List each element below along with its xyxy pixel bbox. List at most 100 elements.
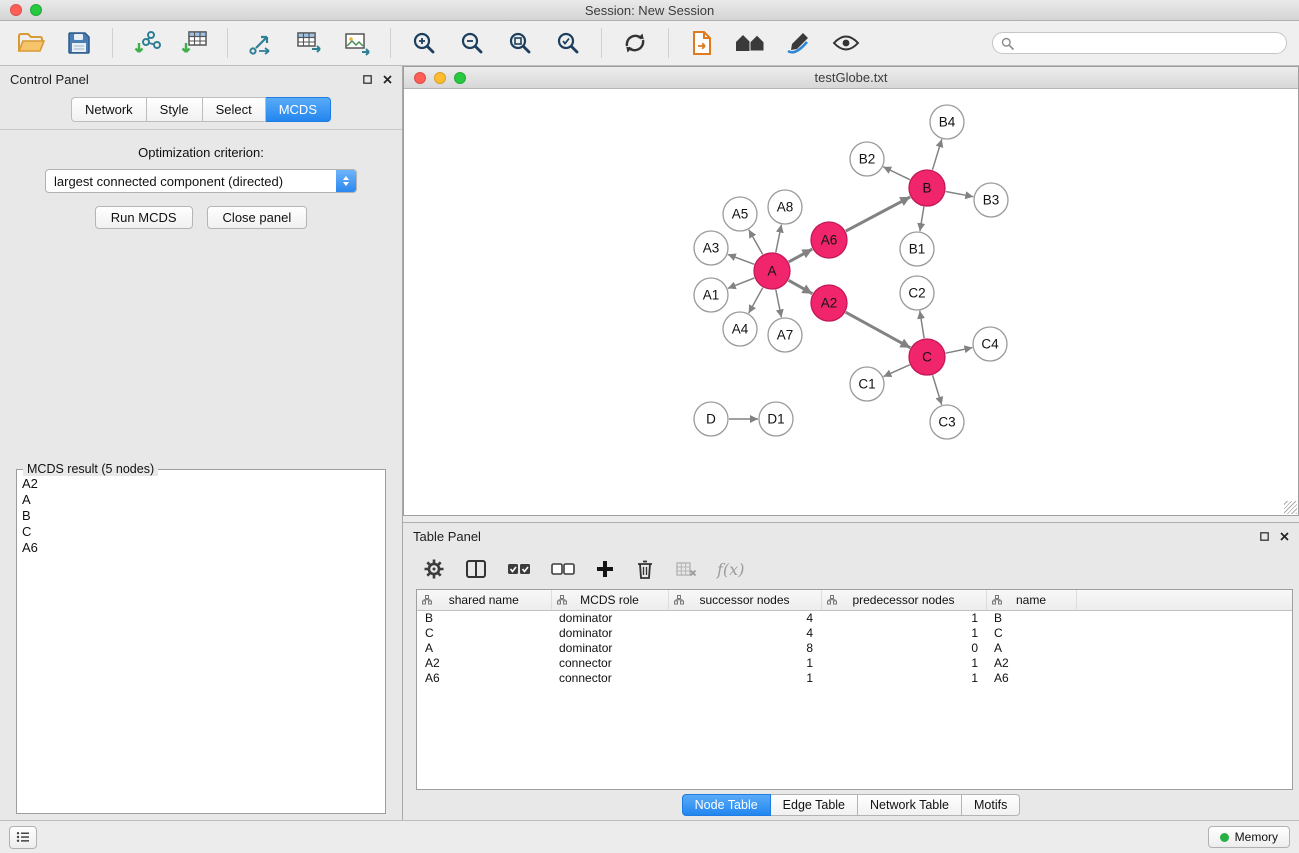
graph-edge-C-C3[interactable] <box>933 375 942 405</box>
graph-edge-A2-C[interactable] <box>846 312 911 348</box>
criterion-select[interactable]: largest connected component (directed) <box>45 169 357 193</box>
tab-motifs[interactable]: Motifs <box>962 794 1020 816</box>
graph-edge-B-B2[interactable] <box>883 167 910 180</box>
table-cell[interactable]: connector <box>551 656 668 671</box>
table-cell[interactable]: 8 <box>668 641 821 656</box>
tab-node-table[interactable]: Node Table <box>682 794 771 816</box>
mcds-result-item[interactable]: B <box>22 508 380 524</box>
close-window-button[interactable] <box>10 4 22 16</box>
zoom-fit-button[interactable] <box>501 24 539 62</box>
resize-grip[interactable] <box>1284 501 1297 514</box>
new-network-button[interactable] <box>242 24 280 62</box>
run-mcds-button[interactable]: Run MCDS <box>95 206 193 229</box>
mcds-result-item[interactable]: A <box>22 492 380 508</box>
float-table-panel-button[interactable] <box>1260 532 1269 541</box>
tab-network[interactable]: Network <box>71 97 147 122</box>
column-header-name[interactable]: name <box>986 590 1076 610</box>
zoom-in-button[interactable] <box>405 24 443 62</box>
graph-edge-B-B3[interactable] <box>946 192 974 197</box>
zoom-out-button[interactable] <box>453 24 491 62</box>
search-box[interactable] <box>992 32 1287 54</box>
table-cell[interactable]: connector <box>551 671 668 686</box>
close-panel-action-button[interactable]: Close panel <box>207 206 308 229</box>
table-cell[interactable]: A2 <box>986 656 1076 671</box>
close-table-panel-button[interactable] <box>1280 532 1289 541</box>
table-cell[interactable]: A <box>417 641 551 656</box>
graph-edge-A6-B[interactable] <box>846 197 910 231</box>
tab-style[interactable]: Style <box>147 97 203 122</box>
table-row[interactable]: Adominator80A <box>417 641 1292 656</box>
column-header-shared-name[interactable]: shared name <box>417 590 551 610</box>
table-cell[interactable]: 1 <box>668 671 821 686</box>
graph-edge-B-B1[interactable] <box>920 207 924 232</box>
network-minimize-button[interactable] <box>434 72 446 84</box>
tab-network-table[interactable]: Network Table <box>858 794 962 816</box>
graph-edge-A-A8[interactable] <box>776 225 782 253</box>
column-header-mcds-role[interactable]: MCDS role <box>551 590 668 610</box>
save-session-button[interactable] <box>60 24 98 62</box>
network-close-button[interactable] <box>414 72 426 84</box>
table-row[interactable]: A2connector11A2 <box>417 656 1292 671</box>
home-views-button[interactable] <box>731 24 769 62</box>
table-cell[interactable]: dominator <box>551 641 668 656</box>
open-session-button[interactable] <box>12 24 50 62</box>
graph-edge-A-A3[interactable] <box>728 254 754 264</box>
deselect-all-button[interactable] <box>551 560 575 578</box>
table-cell[interactable]: 4 <box>668 610 821 626</box>
delete-column-button[interactable] <box>635 558 655 580</box>
import-table-button[interactable] <box>175 24 213 62</box>
function-builder-button[interactable]: f(x) <box>717 560 744 579</box>
graph-edge-A-A4[interactable] <box>749 288 763 314</box>
column-header-predecessor-nodes[interactable]: predecessor nodes <box>821 590 986 610</box>
table-cell[interactable]: B <box>986 610 1076 626</box>
graph-edge-A-A7[interactable] <box>776 290 782 318</box>
select-all-button[interactable] <box>507 560 531 578</box>
add-column-button[interactable] <box>595 559 615 579</box>
float-panel-button[interactable] <box>363 75 372 84</box>
delete-table-button[interactable] <box>675 560 697 578</box>
table-cell[interactable]: 1 <box>821 671 986 686</box>
memory-button[interactable]: Memory <box>1208 826 1290 848</box>
graph-edge-A-A5[interactable] <box>749 230 763 255</box>
mcds-result-item[interactable]: C <box>22 524 380 540</box>
table-cell[interactable]: A6 <box>986 671 1076 686</box>
show-hide-button[interactable] <box>827 24 865 62</box>
task-history-button[interactable] <box>9 826 37 849</box>
tab-select[interactable]: Select <box>203 97 266 122</box>
refresh-layout-button[interactable] <box>616 24 654 62</box>
table-cell[interactable]: 4 <box>668 626 821 641</box>
graph-edge-C-C4[interactable] <box>946 348 973 354</box>
graph-edge-C-C1[interactable] <box>883 365 909 377</box>
network-canvas[interactable]: B4B2BB3A5A8A6B1A3AC2A1A2A4A7C4CC1C3DD1 <box>404 89 1298 515</box>
zoom-selected-button[interactable] <box>549 24 587 62</box>
mcds-result-item[interactable]: A2 <box>22 476 380 492</box>
mcds-result-list[interactable]: A2ABCA6 <box>17 470 385 813</box>
search-input[interactable] <box>1019 35 1278 51</box>
table-row[interactable]: Cdominator41C <box>417 626 1292 641</box>
import-network-button[interactable] <box>127 24 165 62</box>
graph-edge-A-A6[interactable] <box>789 249 813 262</box>
table-cell[interactable]: 1 <box>821 610 986 626</box>
tab-edge-table[interactable]: Edge Table <box>771 794 858 816</box>
table-cell[interactable]: 1 <box>821 656 986 671</box>
table-cell[interactable]: dominator <box>551 610 668 626</box>
graph-edge-C-C2[interactable] <box>920 311 924 338</box>
table-cell[interactable]: 0 <box>821 641 986 656</box>
zoom-window-button[interactable] <box>30 4 42 16</box>
table-cell[interactable]: 1 <box>821 626 986 641</box>
table-cell[interactable]: C <box>986 626 1076 641</box>
table-cell[interactable]: dominator <box>551 626 668 641</box>
show-columns-button[interactable] <box>465 559 487 579</box>
export-document-button[interactable] <box>683 24 721 62</box>
table-row[interactable]: A6connector11A6 <box>417 671 1292 686</box>
table-cell[interactable]: 1 <box>668 656 821 671</box>
column-header-successor-nodes[interactable]: successor nodes <box>668 590 821 610</box>
table-cell[interactable]: A <box>986 641 1076 656</box>
table-cell[interactable]: A2 <box>417 656 551 671</box>
table-cell[interactable]: B <box>417 610 551 626</box>
table-cell[interactable]: A6 <box>417 671 551 686</box>
table-row[interactable]: Bdominator41B <box>417 610 1292 626</box>
graph-edge-B-B4[interactable] <box>933 139 942 170</box>
export-image-button[interactable] <box>338 24 376 62</box>
network-zoom-button[interactable] <box>454 72 466 84</box>
